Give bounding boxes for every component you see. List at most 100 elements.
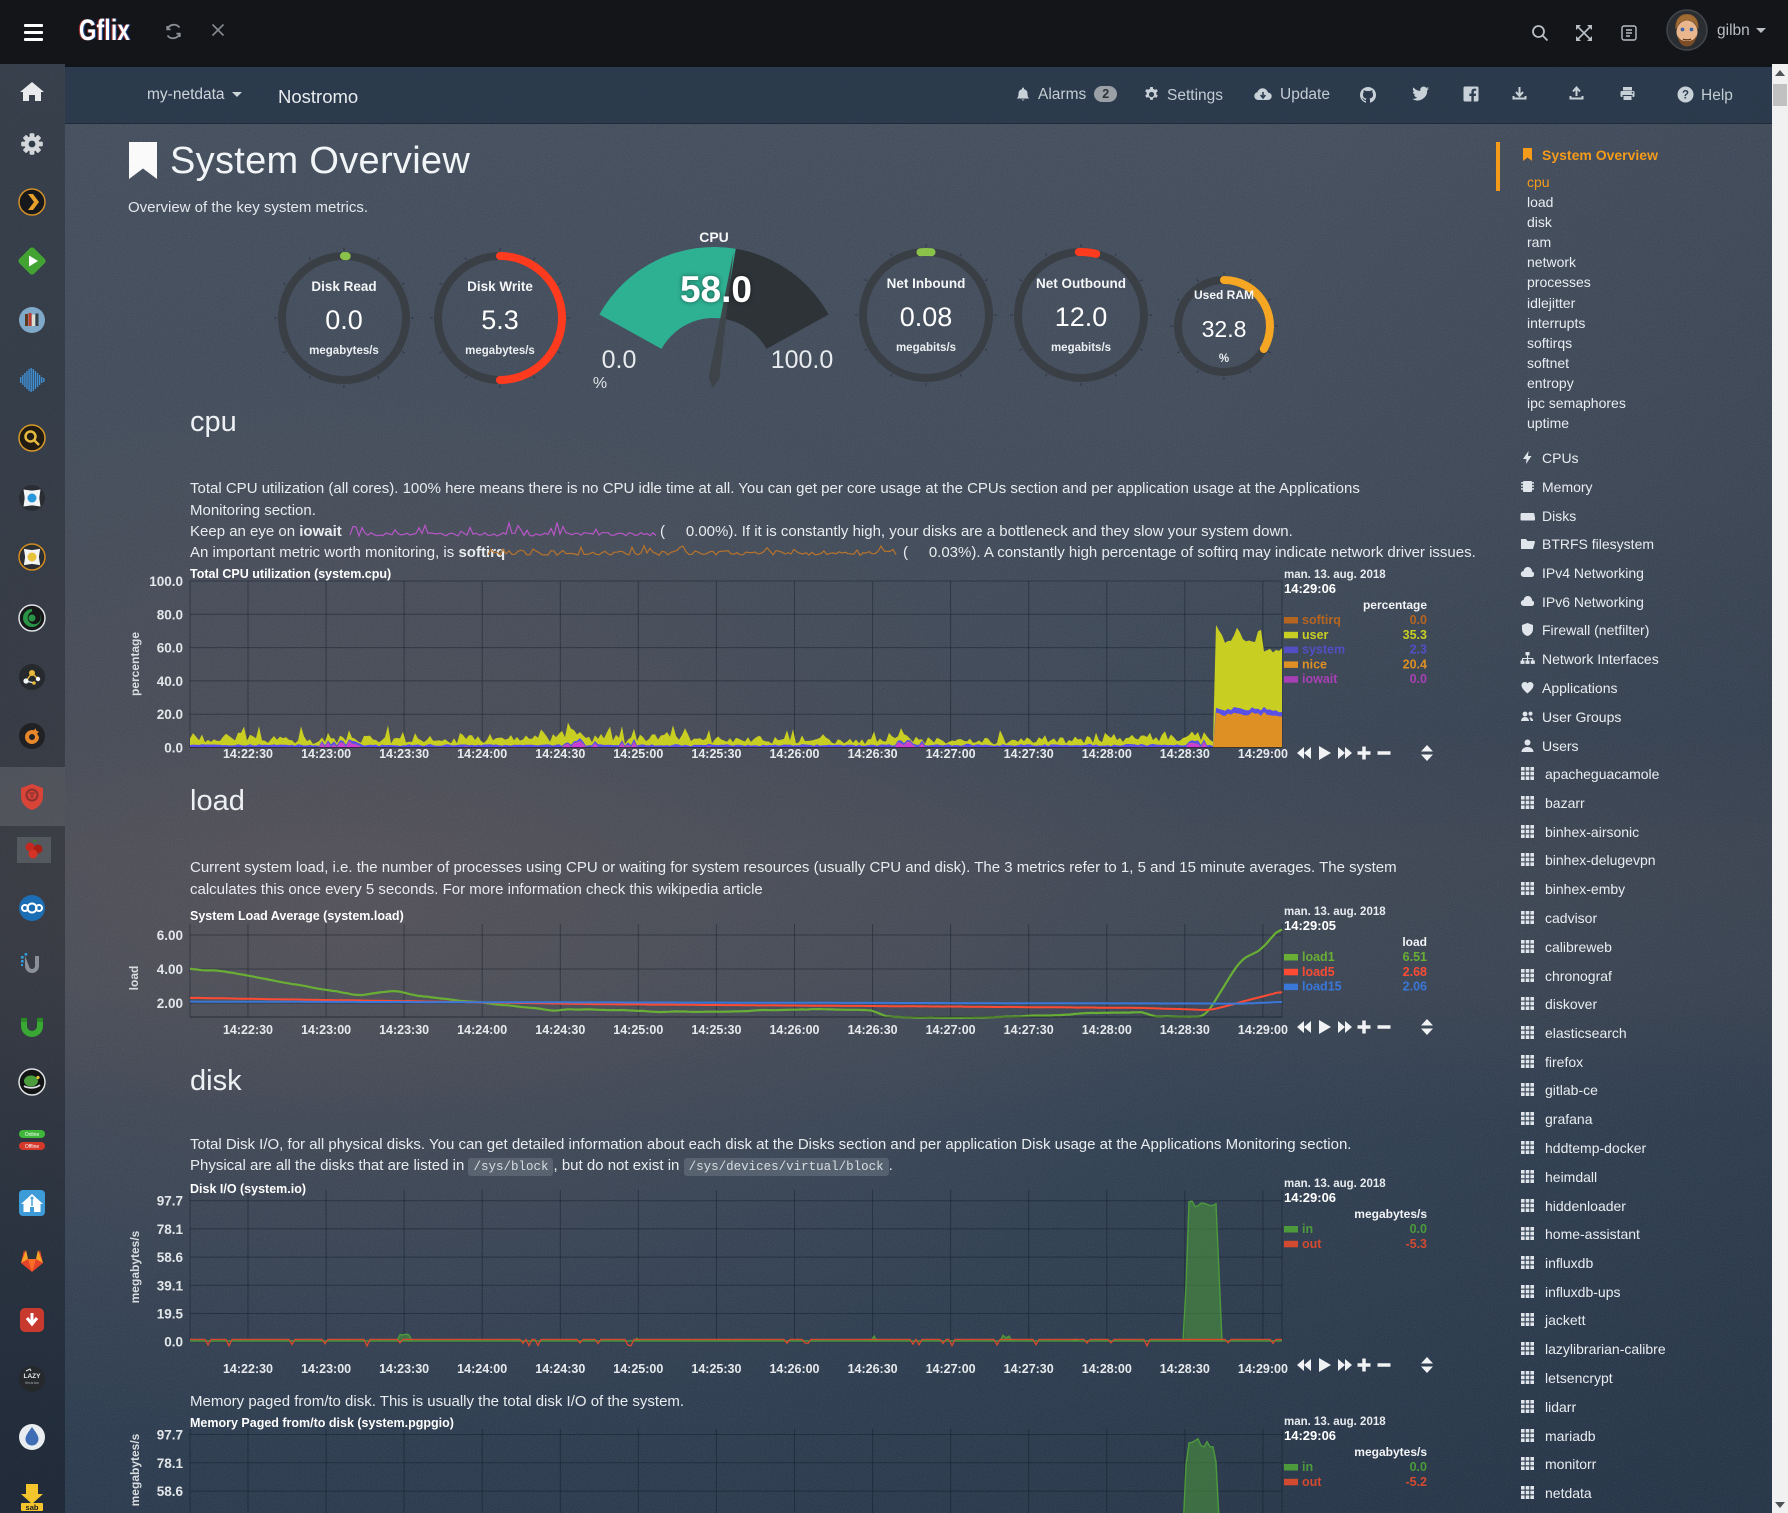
svg-text:14:27:00: 14:27:00 [926,1023,976,1037]
svg-text:14:24:00: 14:24:00 [457,747,507,761]
svg-text:man. 13. aug. 2018: man. 13. aug. 2018 [1284,1416,1386,1428]
svg-text:2.00: 2.00 [157,996,183,1011]
svg-text:39.1: 39.1 [157,1278,184,1293]
svg-text:14:23:30: 14:23:30 [379,1362,429,1376]
svg-text:LAZY: LAZY [24,1373,42,1380]
svg-text:14:22:30: 14:22:30 [223,1362,273,1376]
svg-text:librarian: librarian [25,1380,39,1385]
svg-text:14:24:30: 14:24:30 [535,1362,585,1376]
svg-text:0.0: 0.0 [1410,672,1427,686]
svg-text:14:28:30: 14:28:30 [1160,1362,1210,1376]
svg-text:megabytes/s: megabytes/s [309,345,379,357]
svg-text:load15: load15 [1302,980,1342,994]
svg-text:35.3: 35.3 [1403,628,1427,642]
svg-text:14:27:30: 14:27:30 [1004,1362,1054,1376]
svg-text:14:23:30: 14:23:30 [379,747,429,761]
svg-text:Offline: Offline [25,1144,40,1150]
svg-text:in: in [1302,1460,1313,1474]
svg-text:14:28:00: 14:28:00 [1082,747,1132,761]
svg-text:14:26:30: 14:26:30 [848,1362,898,1376]
svg-text:14:26:00: 14:26:00 [769,747,819,761]
svg-text:2.3: 2.3 [1410,643,1427,657]
svg-text:load1: load1 [1302,950,1335,964]
svg-text:man. 13. aug. 2018: man. 13. aug. 2018 [1284,1178,1386,1190]
svg-text:14:28:30: 14:28:30 [1160,747,1210,761]
svg-text:78.1: 78.1 [157,1222,184,1237]
svg-text:user: user [1302,628,1329,642]
svg-text:Memory Paged from/to disk (sys: Memory Paged from/to disk (system.pgpgio… [190,1416,454,1430]
svg-text:Net Inbound: Net Inbound [887,276,966,291]
svg-text:iowait: iowait [1302,672,1338,686]
svg-text:14:26:00: 14:26:00 [769,1362,819,1376]
svg-text:14:25:30: 14:25:30 [691,1023,741,1037]
svg-text:load: load [1402,935,1427,949]
svg-text:0.0: 0.0 [164,1335,183,1350]
svg-text:14:25:00: 14:25:00 [613,1362,663,1376]
svg-text:40.0: 40.0 [157,674,183,689]
svg-text:14:28:30: 14:28:30 [1160,1023,1210,1037]
svg-text:2.06: 2.06 [1403,980,1427,994]
svg-text:0.0: 0.0 [602,346,637,374]
svg-text:14:29:06: 14:29:06 [1284,1190,1336,1205]
svg-text:megabytes/s: megabytes/s [128,1433,142,1506]
svg-text:14:23:00: 14:23:00 [301,1023,351,1037]
svg-text:Disk Read: Disk Read [311,279,376,294]
svg-text:System Load Average (system.lo: System Load Average (system.load) [190,909,404,923]
svg-text:megabits/s: megabits/s [896,342,956,354]
svg-text:0.0: 0.0 [1410,1222,1427,1236]
svg-text:14:29:06: 14:29:06 [1284,1428,1336,1443]
svg-text:14:27:30: 14:27:30 [1004,747,1054,761]
svg-text:nice: nice [1302,657,1327,671]
svg-text:14:24:00: 14:24:00 [457,1023,507,1037]
svg-text:14:25:00: 14:25:00 [613,1023,663,1037]
svg-text:14:23:30: 14:23:30 [379,1023,429,1037]
svg-text:14:28:00: 14:28:00 [1082,1023,1132,1037]
svg-text:?: ? [1682,90,1689,102]
svg-text:14:22:30: 14:22:30 [223,1023,273,1037]
svg-text:14:24:30: 14:24:30 [535,747,585,761]
svg-text:0.0: 0.0 [1410,1460,1427,1474]
svg-text:megabytes/s: megabytes/s [1354,1207,1427,1221]
svg-text:megabytes/s: megabytes/s [465,345,535,357]
svg-text:2.68: 2.68 [1403,965,1427,979]
svg-text:Disk Write: Disk Write [467,279,533,294]
svg-text:19.5: 19.5 [157,1307,184,1322]
svg-text:sab: sab [26,1503,39,1512]
svg-text:man. 13. aug. 2018: man. 13. aug. 2018 [1284,569,1386,581]
svg-text:14:26:30: 14:26:30 [848,747,898,761]
svg-text:58.6: 58.6 [157,1250,184,1265]
svg-text:14:23:00: 14:23:00 [301,1362,351,1376]
svg-text:5.3: 5.3 [481,305,519,335]
svg-text:CPU: CPU [699,229,729,245]
svg-text:-5.3: -5.3 [1405,1237,1427,1251]
svg-text:%: % [593,375,607,392]
svg-text:in: in [1302,1222,1313,1236]
svg-text:percentage: percentage [1363,598,1427,612]
svg-text:load: load [127,966,141,991]
svg-text:out: out [1302,1237,1322,1251]
svg-text:14:29:00: 14:29:00 [1238,1362,1288,1376]
svg-text:14:27:00: 14:27:00 [926,747,976,761]
svg-text:load5: load5 [1302,965,1335,979]
svg-text:20.4: 20.4 [1403,657,1427,671]
svg-text:14:28:00: 14:28:00 [1082,1362,1132,1376]
svg-text:Net Outbound: Net Outbound [1036,276,1126,291]
svg-text:97.7: 97.7 [157,1428,183,1443]
svg-text:6.51: 6.51 [1403,950,1427,964]
svg-text:58.6: 58.6 [157,1484,184,1499]
svg-text:78.1: 78.1 [157,1456,184,1471]
svg-text:58.0: 58.0 [680,269,752,310]
svg-text:out: out [1302,1475,1322,1489]
svg-text:14:29:00: 14:29:00 [1238,1023,1288,1037]
svg-text:14:29:00: 14:29:00 [1238,747,1288,761]
svg-text:0.0: 0.0 [325,305,363,335]
svg-text:Total CPU utilization (system.: Total CPU utilization (system.cpu) [190,567,391,581]
svg-text:14:27:30: 14:27:30 [1004,1023,1054,1037]
svg-text:80.0: 80.0 [157,607,183,622]
svg-text:60.0: 60.0 [157,641,183,656]
svg-text:megabits/s: megabits/s [1051,342,1111,354]
svg-text:14:26:30: 14:26:30 [848,1023,898,1037]
svg-text:97.7: 97.7 [157,1194,183,1209]
svg-text:megabytes/s: megabytes/s [1354,1445,1427,1459]
svg-text:0.08: 0.08 [900,302,953,332]
